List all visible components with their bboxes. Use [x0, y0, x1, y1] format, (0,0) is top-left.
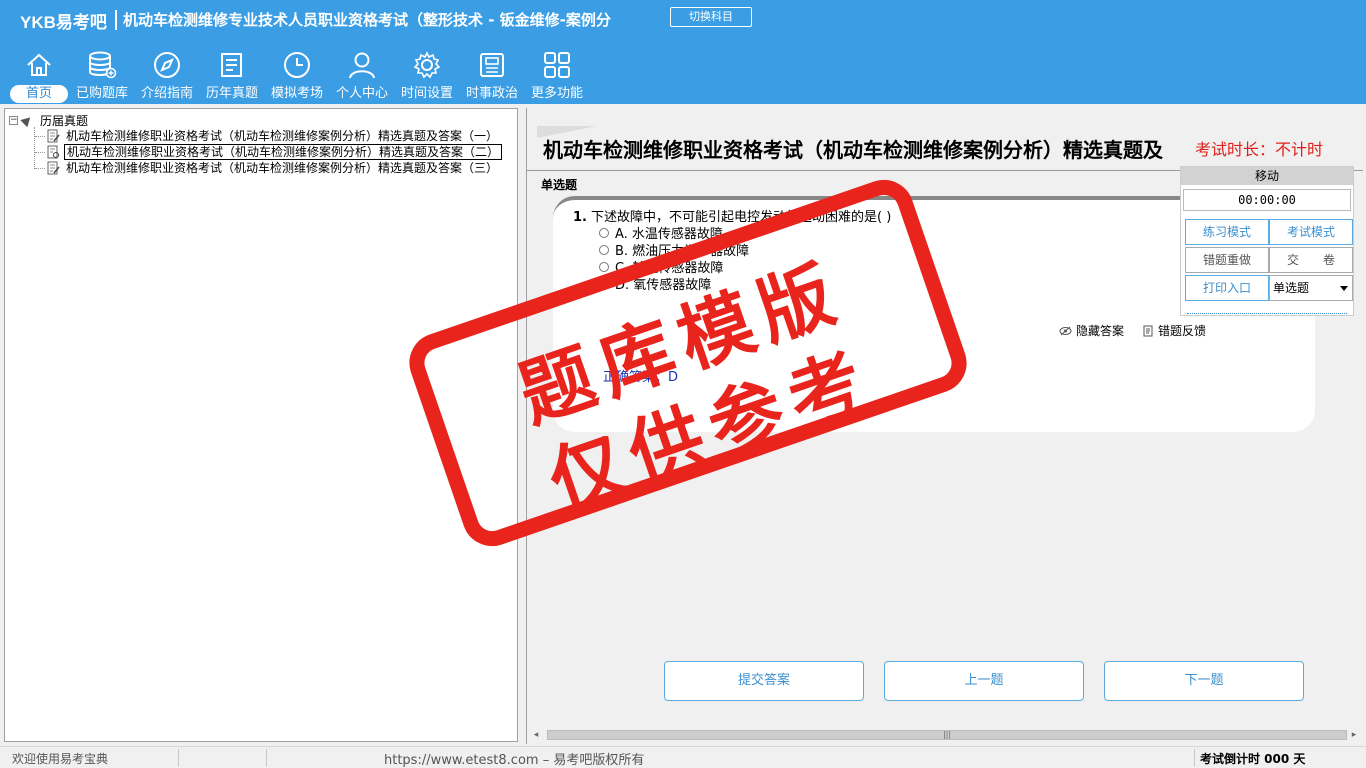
tree-connector	[35, 167, 45, 169]
tree-item-label: 机动车检测维修职业资格考试（机动车检测维修案例分析）精选真题及答案（二）	[64, 144, 503, 160]
nav-item-more[interactable]: 更多功能	[526, 48, 588, 104]
exam-duration-text: 考试时长：不计时	[1195, 140, 1324, 159]
page-title: 机动车检测维修职业资格考试（机动车检测维修案例分析）精选真题及	[543, 138, 1163, 162]
feedback-icon	[1143, 325, 1153, 336]
document-edit-icon	[47, 161, 60, 175]
nav-label: 介绍指南	[140, 86, 193, 101]
tree-connector	[35, 135, 45, 137]
grid-icon	[544, 52, 570, 78]
scroll-left-icon[interactable]: ◂	[529, 728, 543, 742]
timer-display: 00:00:00	[1183, 189, 1351, 211]
tree-root-label: 历届真题	[40, 113, 89, 128]
nav-label: 首页	[10, 85, 68, 103]
nav-item-mock-exam[interactable]: 模拟考场	[266, 48, 328, 104]
status-separator	[178, 749, 179, 767]
exam-control-panel: 移动 00:00:00 练习模式 考试模式 错题重做 交 卷 打印入口 单选题	[1180, 166, 1354, 316]
nav-item-past-exams[interactable]: 历年真题	[201, 48, 263, 104]
radio-button[interactable]	[599, 227, 609, 238]
horizontal-scrollbar[interactable]: ◂ ||| ▸	[529, 728, 1361, 742]
hide-answer-label: 隐藏答案	[1076, 324, 1125, 338]
nav-item-time-settings[interactable]: 时间设置	[396, 48, 458, 104]
nav-item-guide[interactable]: 介绍指南	[136, 48, 198, 104]
move-handle[interactable]: 移动	[1181, 167, 1353, 185]
prev-question-button[interactable]: 上一题	[884, 661, 1084, 701]
tree-item-label: 机动车检测维修职业资格考试（机动车检测维修案例分析）精选真题及答案（三）	[66, 161, 499, 175]
nav-item-home[interactable]: 首页	[8, 48, 70, 104]
title-row: YKB易考吧 机动车检测维修专业技术人员职业资格考试（整形技术 - 钣金维修-案…	[0, 0, 1366, 40]
nav-item-profile[interactable]: 个人中心	[331, 48, 393, 104]
scroll-right-icon[interactable]: ▸	[1347, 728, 1361, 742]
tree-connector	[35, 151, 45, 153]
practice-mode-button[interactable]: 练习模式	[1185, 219, 1269, 245]
panel-divider	[1187, 313, 1347, 314]
user-icon	[349, 52, 375, 79]
nav-label: 时间设置	[400, 86, 453, 101]
folder-icon	[20, 113, 34, 127]
tree-root[interactable]: − 历届真题	[9, 112, 88, 128]
nav-label: 更多功能	[530, 86, 583, 101]
status-bar: 欢迎使用易考宝典 https://www.etest8.com – 易考吧版权所…	[0, 746, 1366, 768]
scroll-thumb[interactable]: |||	[547, 730, 1347, 740]
status-separator	[266, 749, 267, 767]
question-type-value: 单选题	[1273, 281, 1310, 295]
tree-item-label: 机动车检测维修职业资格考试（机动车检测维修案例分析）精选真题及答案（一）	[66, 129, 499, 143]
app-logo: YKB易考吧	[20, 13, 107, 32]
news-icon	[480, 53, 504, 77]
nav-item-purchased[interactable]: 已购题库	[71, 48, 133, 104]
hide-answer-link[interactable]: 隐藏答案	[1059, 322, 1124, 339]
error-feedback-link[interactable]: 错题反馈	[1143, 322, 1206, 339]
hand-in-button[interactable]: 交 卷	[1269, 247, 1353, 273]
question-number: 1.	[573, 210, 587, 225]
clock-icon	[284, 52, 310, 78]
tree-item[interactable]: 机动车检测维修职业资格考试（机动车检测维修案例分析）精选真题及答案（三）	[35, 160, 500, 176]
nav-label: 个人中心	[335, 86, 388, 101]
tree-collapse-toggle[interactable]: −	[9, 115, 18, 125]
submit-answer-button[interactable]: 提交答案	[664, 661, 864, 701]
tree-item-selected[interactable]: 机动车检测维修职业资格考试（机动车检测维修案例分析）精选真题及答案（二）	[35, 144, 503, 160]
welcome-text: 欢迎使用易考宝典	[12, 752, 109, 766]
option-a[interactable]: A. 水温传感器故障	[599, 224, 723, 242]
redo-wrong-button[interactable]: 错题重做	[1185, 247, 1269, 273]
app-window: YKB易考吧 机动车检测维修专业技术人员职业资格考试（整形技术 - 钣金维修-案…	[0, 0, 1366, 768]
tree-item[interactable]: 机动车检测维修职业资格考试（机动车检测维修案例分析）精选真题及答案（一）	[35, 128, 500, 144]
app-title: 机动车检测维修专业技术人员职业资格考试（整形技术 - 钣金维修-案例分	[123, 11, 611, 29]
document-edit-icon	[47, 129, 60, 143]
title-separator	[115, 10, 117, 30]
copyright-text: https://www.etest8.com – 易考吧版权所有	[384, 753, 645, 768]
exam-mode-button[interactable]: 考试模式	[1269, 219, 1353, 245]
section-type-label: 单选题	[541, 178, 578, 192]
exam-countdown: 考试倒计时 000 天	[1200, 752, 1306, 766]
question-type-select[interactable]: 单选题	[1269, 275, 1353, 301]
top-bar: YKB易考吧 机动车检测维修专业技术人员职业资格考试（整形技术 - 钣金维修-案…	[0, 0, 1366, 104]
nav-item-politics[interactable]: 时事政治	[461, 48, 523, 104]
home-icon	[27, 53, 51, 76]
switch-subject-button[interactable]: 切换科目	[670, 7, 752, 27]
nav-label: 模拟考场	[270, 86, 323, 101]
feedback-label: 错题反馈	[1158, 324, 1207, 338]
eye-off-icon	[1059, 326, 1072, 335]
nav-label: 已购题库	[75, 86, 128, 101]
compass-icon	[154, 52, 180, 78]
print-button[interactable]: 打印入口	[1185, 275, 1269, 301]
status-separator	[1194, 749, 1195, 767]
radio-button[interactable]	[599, 261, 609, 272]
radio-button[interactable]	[599, 244, 609, 255]
next-question-button[interactable]: 下一题	[1104, 661, 1304, 701]
list-icon	[221, 53, 242, 77]
gear-icon	[413, 51, 441, 79]
chevron-down-icon	[1340, 286, 1348, 291]
document-search-icon	[47, 145, 59, 159]
nav-label: 时事政治	[465, 86, 518, 101]
database-icon	[89, 51, 117, 79]
nav-label: 历年真题	[205, 86, 258, 101]
